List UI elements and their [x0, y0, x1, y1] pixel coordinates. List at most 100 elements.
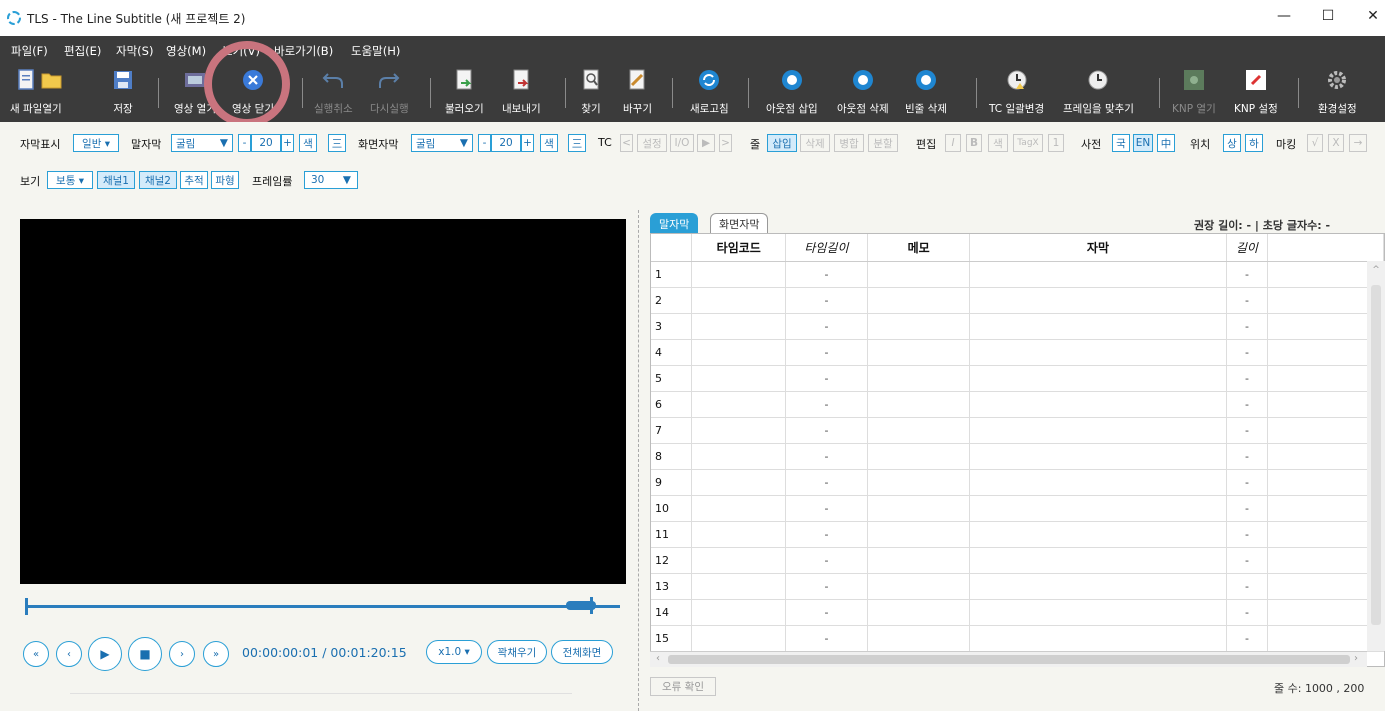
duration-cell[interactable]: - [785, 339, 868, 366]
subtitle-cell[interactable] [969, 469, 1227, 496]
minimize-button[interactable]: — [1274, 8, 1294, 24]
table-row[interactable]: 4 - - [651, 339, 1384, 366]
table-row[interactable]: 5 - - [651, 365, 1384, 392]
timecode-cell[interactable] [691, 417, 787, 444]
row-number[interactable]: 14 [651, 599, 693, 626]
speech-align-button[interactable]: 三 [328, 134, 346, 152]
table-row[interactable]: 12 - - [651, 547, 1384, 574]
table-row[interactable]: 2 - - [651, 287, 1384, 314]
row-number[interactable]: 8 [651, 443, 693, 470]
speech-size-value[interactable]: 20 [251, 134, 281, 152]
channel2-toggle[interactable]: 채널2 [139, 171, 177, 189]
position-top-button[interactable]: 상 [1223, 134, 1241, 152]
subtitle-cell[interactable] [969, 625, 1227, 652]
table-row[interactable]: 8 - - [651, 443, 1384, 470]
row-number[interactable]: 11 [651, 521, 693, 548]
speech-size-minus[interactable]: - [238, 134, 251, 152]
timecode-cell[interactable] [691, 261, 787, 288]
channel1-toggle[interactable]: 채널1 [97, 171, 135, 189]
memo-cell[interactable] [867, 599, 971, 626]
view-mode-select[interactable]: 보통 ▾ [47, 171, 93, 189]
length-cell[interactable]: - [1226, 599, 1269, 626]
line-insert-button[interactable]: 삽입 [767, 134, 797, 152]
knp-settings-button[interactable]: KNP 설정 [1234, 68, 1278, 116]
speed-select[interactable]: x1.0 ▾ [426, 640, 482, 664]
refresh-button[interactable]: 새로고침 [690, 68, 729, 116]
tc-batch-button[interactable]: TC 일괄변경 [989, 68, 1044, 116]
timecode-cell[interactable] [691, 547, 787, 574]
table-row[interactable]: 13 - - [651, 573, 1384, 600]
stop-button[interactable]: ■ [128, 637, 162, 671]
length-cell[interactable]: - [1226, 573, 1269, 600]
duration-header[interactable]: 타임길이 [785, 234, 868, 262]
tab-speech-subtitle[interactable]: 말자막 [650, 213, 699, 233]
memo-cell[interactable] [867, 443, 971, 470]
table-row[interactable]: 6 - - [651, 391, 1384, 418]
duration-cell[interactable]: - [785, 365, 868, 392]
track-toggle[interactable]: 추적 [180, 171, 208, 189]
menu-help[interactable]: 도움말(H) [351, 43, 400, 59]
subtitle-cell[interactable] [969, 573, 1227, 600]
horizontal-scrollbar[interactable]: ‹ › [650, 651, 1367, 667]
row-number[interactable]: 12 [651, 547, 693, 574]
tc-set-button[interactable]: 설정 [637, 134, 667, 152]
subtitle-cell[interactable] [969, 547, 1227, 574]
row-number[interactable]: 10 [651, 495, 693, 522]
tc-play-button[interactable]: ▶ [697, 134, 715, 152]
row-number[interactable]: 2 [651, 287, 693, 314]
row-number[interactable]: 7 [651, 417, 693, 444]
screen-align-button[interactable]: 三 [568, 134, 586, 152]
memo-cell[interactable] [867, 495, 971, 522]
subtitle-cell[interactable] [969, 495, 1227, 522]
memo-cell[interactable] [867, 521, 971, 548]
table-row[interactable]: 9 - - [651, 469, 1384, 496]
dict-korean-button[interactable]: 국 [1112, 134, 1130, 152]
marking-arrow-button[interactable]: → [1349, 134, 1367, 152]
menu-video[interactable]: 영상(M) [166, 43, 206, 59]
duration-cell[interactable]: - [785, 261, 868, 288]
length-cell[interactable]: - [1226, 365, 1269, 392]
length-cell[interactable]: - [1226, 391, 1269, 418]
play-button[interactable]: ▶ [88, 637, 122, 671]
length-cell[interactable]: - [1226, 313, 1269, 340]
error-check-button[interactable]: 오류 확인 [650, 677, 716, 696]
subtitle-display-select[interactable]: 일반 ▾ [73, 134, 119, 152]
export-button[interactable]: 내보내기 [502, 68, 541, 116]
seek-end-handle[interactable] [590, 597, 593, 614]
length-cell[interactable]: - [1226, 521, 1269, 548]
line-split-button[interactable]: 분할 [868, 134, 898, 152]
subtitle-cell[interactable] [969, 313, 1227, 340]
duration-cell[interactable]: - [785, 391, 868, 418]
menu-subtitle[interactable]: 자막(S) [116, 43, 153, 59]
forward-button[interactable]: › [169, 641, 195, 667]
speech-size-plus[interactable]: + [281, 134, 294, 152]
fullscreen-button[interactable]: 전체화면 [551, 640, 613, 664]
duration-cell[interactable]: - [785, 573, 868, 600]
timecode-cell[interactable] [691, 365, 787, 392]
row-number[interactable]: 13 [651, 573, 693, 600]
scroll-left-arrow-icon[interactable]: ‹ [656, 653, 660, 664]
forward-fast-button[interactable]: » [203, 641, 229, 667]
seek-start-handle[interactable] [25, 598, 28, 615]
timecode-cell[interactable] [691, 469, 787, 496]
length-header[interactable]: 길이 [1226, 234, 1269, 262]
duration-cell[interactable]: - [785, 547, 868, 574]
duration-cell[interactable]: - [785, 599, 868, 626]
screen-color-button[interactable]: 색 [540, 134, 558, 152]
screen-size-minus[interactable]: - [478, 134, 491, 152]
table-row[interactable]: 10 - - [651, 495, 1384, 522]
dict-english-button[interactable]: EN [1133, 134, 1153, 152]
length-cell[interactable]: - [1226, 469, 1269, 496]
timecode-cell[interactable] [691, 443, 787, 470]
close-window-button[interactable]: ✕ [1363, 8, 1383, 24]
subtitle-cell[interactable] [969, 365, 1227, 392]
screen-size-plus[interactable]: + [521, 134, 534, 152]
rewind-button[interactable]: ‹ [56, 641, 82, 667]
outpoint-insert-button[interactable]: 아웃점 삽입 [766, 68, 818, 116]
waveform-toggle[interactable]: 파형 [211, 171, 239, 189]
import-button[interactable]: 불러오기 [445, 68, 484, 116]
table-row[interactable]: 11 - - [651, 521, 1384, 548]
length-cell[interactable]: - [1226, 261, 1269, 288]
memo-cell[interactable] [867, 391, 971, 418]
memo-cell[interactable] [867, 287, 971, 314]
